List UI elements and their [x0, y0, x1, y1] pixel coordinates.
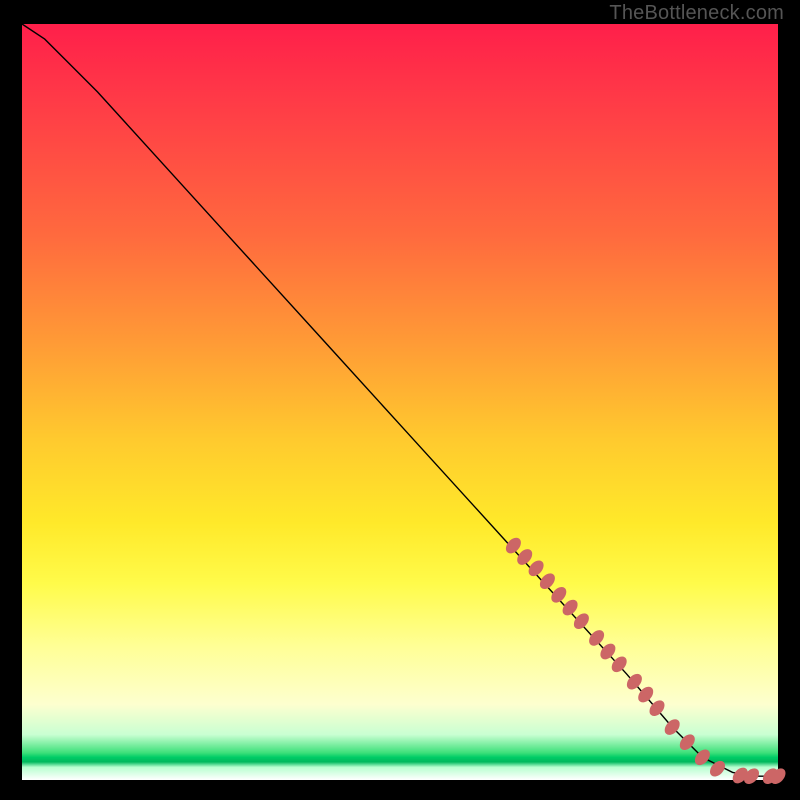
data-marker: [548, 584, 569, 605]
data-marker: [560, 597, 581, 618]
curve-svg: [22, 24, 778, 780]
chart-frame: TheBottleneck.com: [0, 0, 800, 800]
attribution-label: TheBottleneck.com: [609, 2, 784, 25]
data-marker: [537, 570, 558, 591]
data-marker: [586, 627, 607, 648]
data-marker: [571, 610, 592, 631]
markers-group: [503, 535, 789, 787]
curve-line: [22, 24, 778, 776]
plot-area: [22, 24, 778, 780]
data-marker: [597, 641, 618, 662]
